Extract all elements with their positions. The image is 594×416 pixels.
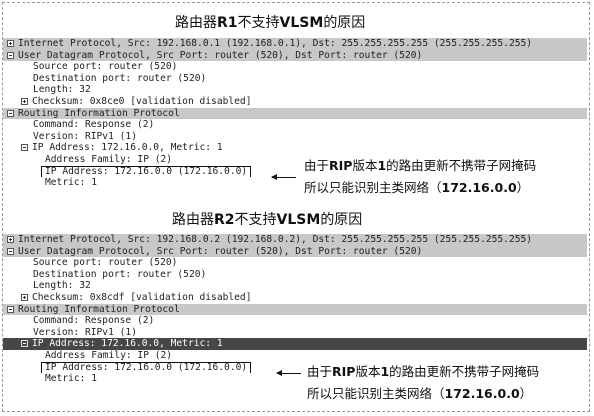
tree-row-command[interactable]: Command: Response (2) — [3, 119, 587, 131]
tree-row-checksum[interactable]: Checksum: 0x8ce0 [validation disabled] — [3, 96, 587, 108]
annotation-r2: 由于RIP版本1的路由更新不携带子网掩码 所以只能识别主类网络（172.16.0… — [307, 361, 539, 405]
tree-row-rip[interactable]: Routing Information Protocol — [3, 107, 587, 120]
tree-row-src-port[interactable]: Source port: router (520) — [3, 257, 587, 269]
expand-plus-icon[interactable] — [21, 293, 28, 301]
tree-row-src-port[interactable]: Source port: router (520) — [3, 61, 587, 73]
tree-row-length[interactable]: Length: 32 — [3, 280, 587, 292]
tree-row-dst-port[interactable]: Destination port: router (520) — [3, 73, 587, 85]
annotation-line-1: 由于RIP版本1的路由更新不携带子网掩码 — [304, 158, 537, 173]
expand-plus-icon[interactable] — [7, 40, 14, 47]
tree-row-version[interactable]: Version: RIPv1 (1) — [3, 131, 587, 143]
tree-row-ip[interactable]: Internet Protocol, Src: 192.168.0.1 (192… — [3, 38, 587, 50]
tree-row-command[interactable]: Command: Response (2) — [3, 315, 587, 327]
annotation-r1: 由于RIP版本1的路由更新不携带子网掩码 所以只能识别主类网络（172.16.0… — [304, 155, 536, 199]
highlight-box: IP Address: 172.16.0.0 (172.16.0.0) — [41, 165, 252, 178]
annotation-line-1: 由于RIP版本1的路由更新不携带子网掩码 — [307, 364, 540, 379]
collapse-minus-icon[interactable] — [7, 109, 14, 117]
tree-row-route-entry-selected[interactable]: IP Address: 172.16.0.0, Metric: 1 — [3, 338, 587, 350]
expand-plus-icon[interactable] — [21, 97, 28, 105]
tree-row-length[interactable]: Length: 32 — [3, 84, 587, 96]
section-title-r2: 路由器R2不支持VLSM的原因 — [172, 212, 363, 228]
arrow-left-icon — [276, 370, 301, 376]
tree-row-address-family[interactable]: Address Family: IP (2) — [3, 350, 587, 362]
collapse-minus-icon[interactable] — [7, 51, 14, 59]
expand-plus-icon[interactable] — [7, 236, 14, 243]
annotation-line-2: 所以只能识别主类网络（172.16.0.0） — [304, 180, 530, 195]
highlight-box: IP Address: 172.16.0.0 (172.16.0.0) — [41, 361, 252, 374]
tree-row-udp[interactable]: User Datagram Protocol, Src Port: router… — [3, 245, 587, 258]
collapse-minus-icon[interactable] — [21, 340, 28, 348]
tree-row-version[interactable]: Version: RIPv1 (1) — [3, 327, 587, 339]
tree-row-udp[interactable]: User Datagram Protocol, Src Port: router… — [3, 49, 587, 62]
collapse-minus-icon[interactable] — [21, 144, 28, 152]
collapse-minus-icon[interactable] — [7, 247, 14, 255]
tree-row-dst-port[interactable]: Destination port: router (520) — [3, 269, 587, 281]
tree-row-ip[interactable]: Internet Protocol, Src: 192.168.0.2 (192… — [3, 234, 587, 246]
tree-row-rip[interactable]: Routing Information Protocol — [3, 303, 587, 316]
tree-row-route-entry[interactable]: IP Address: 172.16.0.0, Metric: 1 — [3, 142, 587, 154]
tree-row-checksum[interactable]: Checksum: 0x8cdf [validation disabled] — [3, 292, 587, 304]
section-title-r1: 路由器R1不支持VLSM的原因 — [175, 15, 366, 31]
annotation-line-2: 所以只能识别主类网络（172.16.0.0） — [307, 386, 533, 401]
arrow-left-icon — [271, 174, 296, 180]
collapse-minus-icon[interactable] — [7, 305, 14, 313]
